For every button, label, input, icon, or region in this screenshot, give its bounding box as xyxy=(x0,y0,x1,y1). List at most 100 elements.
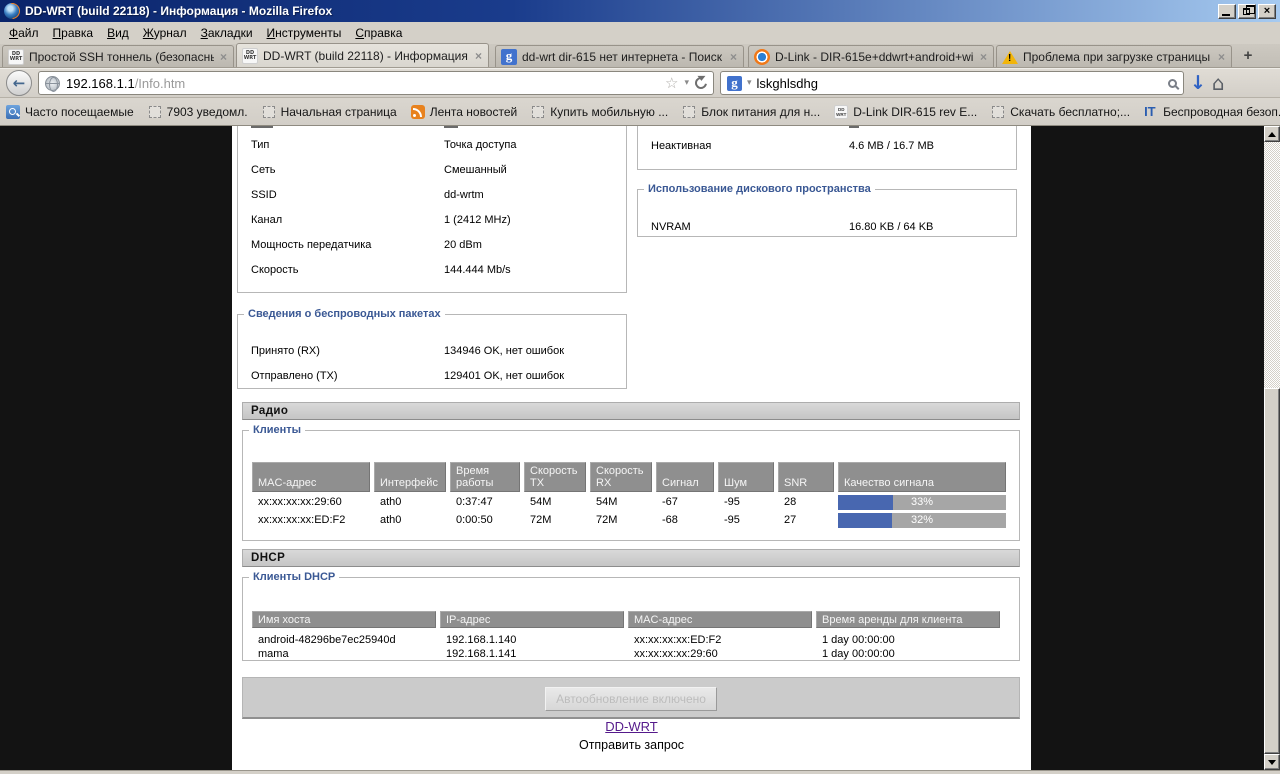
cell-rx-rate: 72M xyxy=(590,510,652,528)
url-host: 192.168.1.1 xyxy=(66,76,135,91)
field-value: Смешанный xyxy=(444,164,507,176)
page-footer: DD-WRT Отправить запрос xyxy=(232,718,1031,752)
scroll-down-button[interactable] xyxy=(1264,754,1280,770)
new-tab-button[interactable]: + xyxy=(1236,46,1260,66)
tab-dlink-forum[interactable]: D-Link - DIR-615e+ddwrt+android+winx... … xyxy=(748,45,994,67)
scroll-up-button[interactable] xyxy=(1264,126,1280,142)
column-header: Время работы xyxy=(450,462,520,492)
restore-button[interactable] xyxy=(1238,4,1256,19)
cell-mac: xx:xx:xx:xx:29:60 xyxy=(252,492,370,510)
menu-tools[interactable]: Инструменты xyxy=(260,24,349,42)
search-engine-dropdown-icon[interactable]: ▾ xyxy=(747,78,752,88)
dhcp-section-header: DHCP xyxy=(242,549,1020,567)
tab-close-icon[interactable]: × xyxy=(979,50,988,64)
downloads-icon[interactable]: ↓ xyxy=(1190,73,1206,93)
tab-ssh-tunnel[interactable]: Простой SSH тоннель (безопасный сер... × xyxy=(2,45,234,67)
search-bar[interactable]: ▾ lskghlsdhg xyxy=(720,71,1184,95)
tab-close-icon[interactable]: × xyxy=(1217,50,1226,64)
ddwrt-link[interactable]: DD-WRT xyxy=(605,719,657,734)
cell-noise: -95 xyxy=(718,510,774,528)
default-favicon-icon xyxy=(683,106,695,118)
arrow-up-icon xyxy=(1268,132,1276,137)
menu-bookmarks[interactable]: Закладки xyxy=(194,24,260,42)
bookmark-item[interactable]: Начальная страница xyxy=(262,105,397,119)
bookmark-label: Часто посещаемые xyxy=(25,105,134,119)
clipped-text-remnant xyxy=(251,126,273,128)
cell-snr: 27 xyxy=(778,510,834,528)
field-label: Отправлено (TX) xyxy=(251,370,338,382)
field-value: 16.80 KB / 64 KB xyxy=(849,221,933,233)
send-request-text[interactable]: Отправить запрос xyxy=(232,738,1031,752)
menu-help[interactable]: Справка xyxy=(348,24,409,42)
column-header: MAC-адрес xyxy=(628,611,812,628)
scrollbar-thumb[interactable] xyxy=(1264,388,1280,754)
google-favicon xyxy=(501,49,517,65)
home-icon[interactable]: ⌂ xyxy=(1212,73,1225,93)
bookmark-label: Купить мобильную ... xyxy=(550,105,668,119)
forum-favicon xyxy=(754,49,770,65)
field-label: Тип xyxy=(251,139,269,151)
window-title: DD-WRT (build 22118) - Информация - Mozi… xyxy=(25,4,332,18)
bookmark-news-feed[interactable]: Лента новостей xyxy=(411,105,518,119)
bookmark-item[interactable]: 7903 уведомл. xyxy=(148,105,248,119)
disk-usage-legend: Использование дискового пространства xyxy=(644,183,875,195)
clipped-text-remnant xyxy=(849,126,859,128)
table-row: xx:xx:xx:xx:ED:F2 ath0 0:00:50 72M 72M -… xyxy=(252,510,1006,528)
field-label: Мощность передатчика xyxy=(251,239,371,251)
tab-close-icon[interactable]: × xyxy=(474,49,483,63)
menu-edit[interactable]: Правка xyxy=(46,24,101,42)
urlbar-dropdown-icon[interactable]: ▾ xyxy=(684,78,689,88)
search-icon[interactable] xyxy=(1168,79,1177,88)
reload-icon[interactable] xyxy=(693,75,710,92)
close-button[interactable]: × xyxy=(1258,4,1276,19)
bookmark-wireless-security[interactable]: Беспроводная безоп... xyxy=(1144,105,1280,119)
window-bottom-border xyxy=(0,770,1280,774)
signal-quality-value: 32% xyxy=(838,514,1006,526)
field-value: 4.6 MB / 16.7 MB xyxy=(849,140,934,152)
table-row: xx:xx:xx:xx:29:60 ath0 0:37:47 54M 54M -… xyxy=(252,492,1006,510)
bookmarks-bar: Часто посещаемые 7903 уведомл. Начальная… xyxy=(0,98,1280,126)
cell-signal-quality: 32% xyxy=(838,510,1006,528)
column-header: Время аренды для клиента xyxy=(816,611,1000,628)
column-header: Скорость TX xyxy=(524,462,586,492)
url-bar[interactable]: 192.168.1.1/Info.htm ☆ ▾ xyxy=(38,71,714,95)
tab-ddwrt-info-active[interactable]: DD-WRT (build 22118) - Информация × xyxy=(236,43,489,67)
field-label: NVRAM xyxy=(651,221,691,233)
tab-load-problem[interactable]: Проблема при загрузке страницы × xyxy=(996,45,1232,67)
vertical-scrollbar[interactable] xyxy=(1264,126,1280,770)
field-value: 1 (2412 MHz) xyxy=(444,214,511,226)
tab-close-icon[interactable]: × xyxy=(729,50,738,64)
search-input[interactable]: lskghlsdhg xyxy=(757,76,1163,91)
restore-icon xyxy=(1243,8,1250,15)
bookmark-label: D-Link DIR-615 rev E... xyxy=(853,105,977,119)
clipped-text-remnant xyxy=(444,126,458,128)
auto-refresh-button[interactable]: Автообновление включено xyxy=(545,687,717,711)
cell-mac: xx:xx:xx:xx:ED:F2 xyxy=(628,628,812,646)
bookmark-star-icon[interactable]: ☆ xyxy=(665,74,678,92)
tab-google-search[interactable]: dd-wrt dir-615 нет интернета - Поиск в..… xyxy=(495,45,744,67)
cell-ip: 192.168.1.140 xyxy=(440,628,624,646)
bookmark-item[interactable]: Блок питания для н... xyxy=(682,105,820,119)
column-header: Сигнал xyxy=(656,462,714,492)
memory-panel: Неактивная 4.6 MB / 16.7 MB xyxy=(637,126,1017,170)
wireless-status-panel: Тип Точка доступа Сеть Смешанный SSID dd… xyxy=(237,126,627,293)
bookmark-most-visited[interactable]: Часто посещаемые xyxy=(6,105,134,119)
url-text[interactable]: 192.168.1.1/Info.htm xyxy=(66,76,659,91)
column-header: Качество сигнала xyxy=(838,462,1006,492)
bookmark-dlink-dir615[interactable]: D-Link DIR-615 rev E... xyxy=(834,105,977,119)
back-button[interactable]: ← xyxy=(6,70,32,96)
firefox-icon xyxy=(4,3,20,19)
minimize-button[interactable] xyxy=(1218,4,1236,19)
field-value: Точка доступа xyxy=(444,139,516,151)
tab-close-icon[interactable]: × xyxy=(219,50,228,64)
page-content: Тип Точка доступа Сеть Смешанный SSID dd… xyxy=(0,126,1264,770)
bookmark-item[interactable]: Купить мобильную ... xyxy=(531,105,668,119)
menu-view[interactable]: Вид xyxy=(100,24,136,42)
menu-file[interactable]: Файл xyxy=(2,24,46,42)
field-label: Канал xyxy=(251,214,282,226)
signal-quality-bar: 33% xyxy=(838,495,1006,510)
bookmark-item[interactable]: Скачать бесплатно;... xyxy=(991,105,1130,119)
dhcp-clients-panel: Клиенты DHCP Имя хоста IP-адрес MAC-адре… xyxy=(242,571,1020,661)
menu-history[interactable]: Журнал xyxy=(136,24,194,42)
cell-signal: -68 xyxy=(656,510,714,528)
